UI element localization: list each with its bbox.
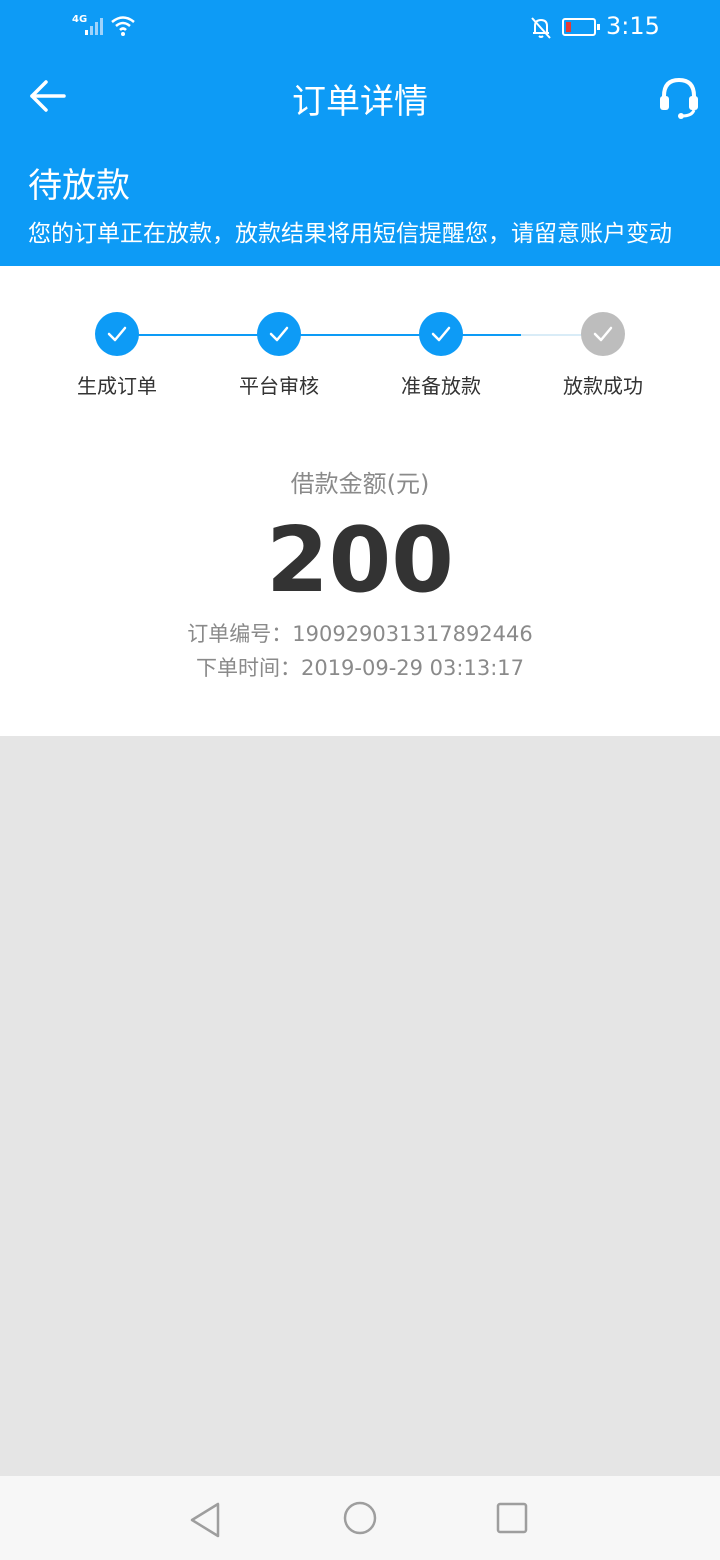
nav-home-circle-icon[interactable] [340, 1500, 380, 1540]
nav-recents-square-icon[interactable] [492, 1500, 532, 1540]
step-prepare-loan: 准备放款 [361, 312, 521, 399]
step-label: 放款成功 [563, 374, 643, 398]
system-nav-bar [0, 1476, 720, 1560]
mute-bell-icon [531, 17, 551, 39]
clock: 3:15 [606, 12, 660, 40]
order-status-title: 待放款 [28, 166, 130, 206]
nav-back-triangle-icon[interactable] [186, 1500, 226, 1540]
loan-amount: 200 [266, 508, 454, 613]
top-banner: 4G 3:15 订单详情 待放款 您的订单正在放款，放款结果将用短信提醒您，请留… [0, 0, 720, 266]
step-label: 生成订单 [77, 374, 157, 398]
step-platform-review: 平台审核 [199, 312, 359, 399]
order-time: 下单时间：2019-09-29 03:13:17 [195, 656, 525, 680]
page-title: 订单详情 [292, 82, 428, 122]
wifi-icon [111, 16, 135, 36]
app-header: 订单详情 [0, 56, 720, 140]
check-icon [257, 312, 301, 356]
step-create-order: 生成订单 [37, 312, 197, 399]
battery-icon [562, 18, 600, 36]
loan-amount-label: 借款金额(元) [290, 470, 430, 498]
check-icon [581, 312, 625, 356]
order-card: 生成订单 平台审核 准备放款 放款成功 借款金额(元) 200 订单编号：190… [0, 266, 720, 736]
check-icon [95, 312, 139, 356]
signal-icon [85, 18, 103, 35]
progress-steps: 生成订单 平台审核 准备放款 放款成功 [0, 312, 720, 412]
order-number: 订单编号：190929031317892446 [187, 622, 533, 646]
check-icon [419, 312, 463, 356]
step-label: 准备放款 [401, 374, 481, 398]
step-loan-success: 放款成功 [523, 312, 683, 399]
customer-service-headset-icon[interactable] [656, 74, 702, 120]
order-status-description: 您的订单正在放款，放款结果将用短信提醒您，请留意账户变动 [28, 221, 672, 247]
step-label: 平台审核 [239, 374, 319, 398]
status-bar: 4G 3:15 [0, 0, 720, 56]
